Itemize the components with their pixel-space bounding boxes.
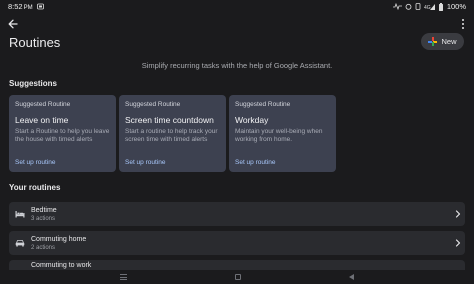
- set-up-routine-link[interactable]: Set up routine: [125, 159, 165, 166]
- routine-item-commuting-to-work[interactable]: Commuting to work: [9, 260, 465, 270]
- back-button[interactable]: [6, 17, 20, 31]
- signal-icon: [392, 3, 402, 10]
- routine-actions-count: 3 actions: [31, 215, 56, 222]
- system-nav-bar: [0, 270, 474, 284]
- suggestion-card-leave-on-time[interactable]: Suggested Routine Leave on time Start a …: [9, 95, 116, 172]
- card-title: Leave on time: [15, 115, 69, 125]
- suggestions-heading: Suggestions: [9, 79, 58, 88]
- page-title: Routines: [9, 35, 61, 50]
- card-title: Screen time countdown: [125, 115, 214, 125]
- recents-icon[interactable]: [120, 274, 127, 280]
- more-vert-icon: [462, 19, 464, 21]
- routine-item-bedtime[interactable]: Bedtime 3 actions: [9, 202, 465, 226]
- card-description: Start a routine to help track your scree…: [125, 128, 218, 143]
- new-button-label: New: [441, 37, 457, 46]
- your-routines-heading: Your routines: [9, 183, 61, 192]
- card-title: Workday: [235, 115, 269, 125]
- card-description: Start a Routine to help you leave the ho…: [15, 128, 110, 143]
- routine-title: Bedtime: [31, 206, 57, 214]
- arrow-back-icon: [8, 19, 18, 29]
- svg-text:4G: 4G: [424, 5, 431, 10]
- set-up-routine-link[interactable]: Set up routine: [235, 159, 275, 166]
- card-tag: Suggested Routine: [125, 101, 181, 108]
- chevron-right-icon: [455, 239, 461, 247]
- routine-title: Commuting to work: [31, 262, 92, 269]
- car-icon: [15, 240, 25, 247]
- chevron-right-icon: [455, 210, 461, 218]
- battery-icon: [438, 2, 443, 11]
- page-subtitle: Simplify recurring tasks with the help o…: [141, 61, 333, 70]
- routine-title: Commuting home: [31, 235, 87, 243]
- network-4g-icon: 4G: [424, 4, 435, 10]
- suggestion-card-screen-time-countdown[interactable]: Suggested Routine Screen time countdown …: [119, 95, 226, 172]
- app-notification-icon: [36, 3, 44, 10]
- home-icon[interactable]: [235, 274, 241, 280]
- rotation-icon: [415, 3, 421, 10]
- card-description: Maintain your well-being when working fr…: [235, 128, 323, 143]
- routine-item-commuting-home[interactable]: Commuting home 2 actions: [9, 231, 465, 255]
- new-routine-button[interactable]: New: [421, 33, 464, 50]
- status-time: 8:52PM: [8, 2, 33, 11]
- bed-icon: [15, 211, 25, 218]
- more-options-button[interactable]: [458, 17, 468, 31]
- set-up-routine-link[interactable]: Set up routine: [15, 159, 55, 166]
- status-bar: 8:52PM 4G 100%: [0, 0, 474, 13]
- nav-back-icon[interactable]: [349, 274, 354, 280]
- alarm-icon: [405, 3, 412, 10]
- battery-percent: 100%: [446, 2, 466, 11]
- plus-icon: [428, 37, 438, 46]
- routine-actions-count: 2 actions: [31, 244, 56, 251]
- card-tag: Suggested Routine: [15, 101, 71, 108]
- card-tag: Suggested Routine: [235, 101, 291, 108]
- suggestion-card-workday[interactable]: Suggested Routine Workday Maintain your …: [229, 95, 336, 172]
